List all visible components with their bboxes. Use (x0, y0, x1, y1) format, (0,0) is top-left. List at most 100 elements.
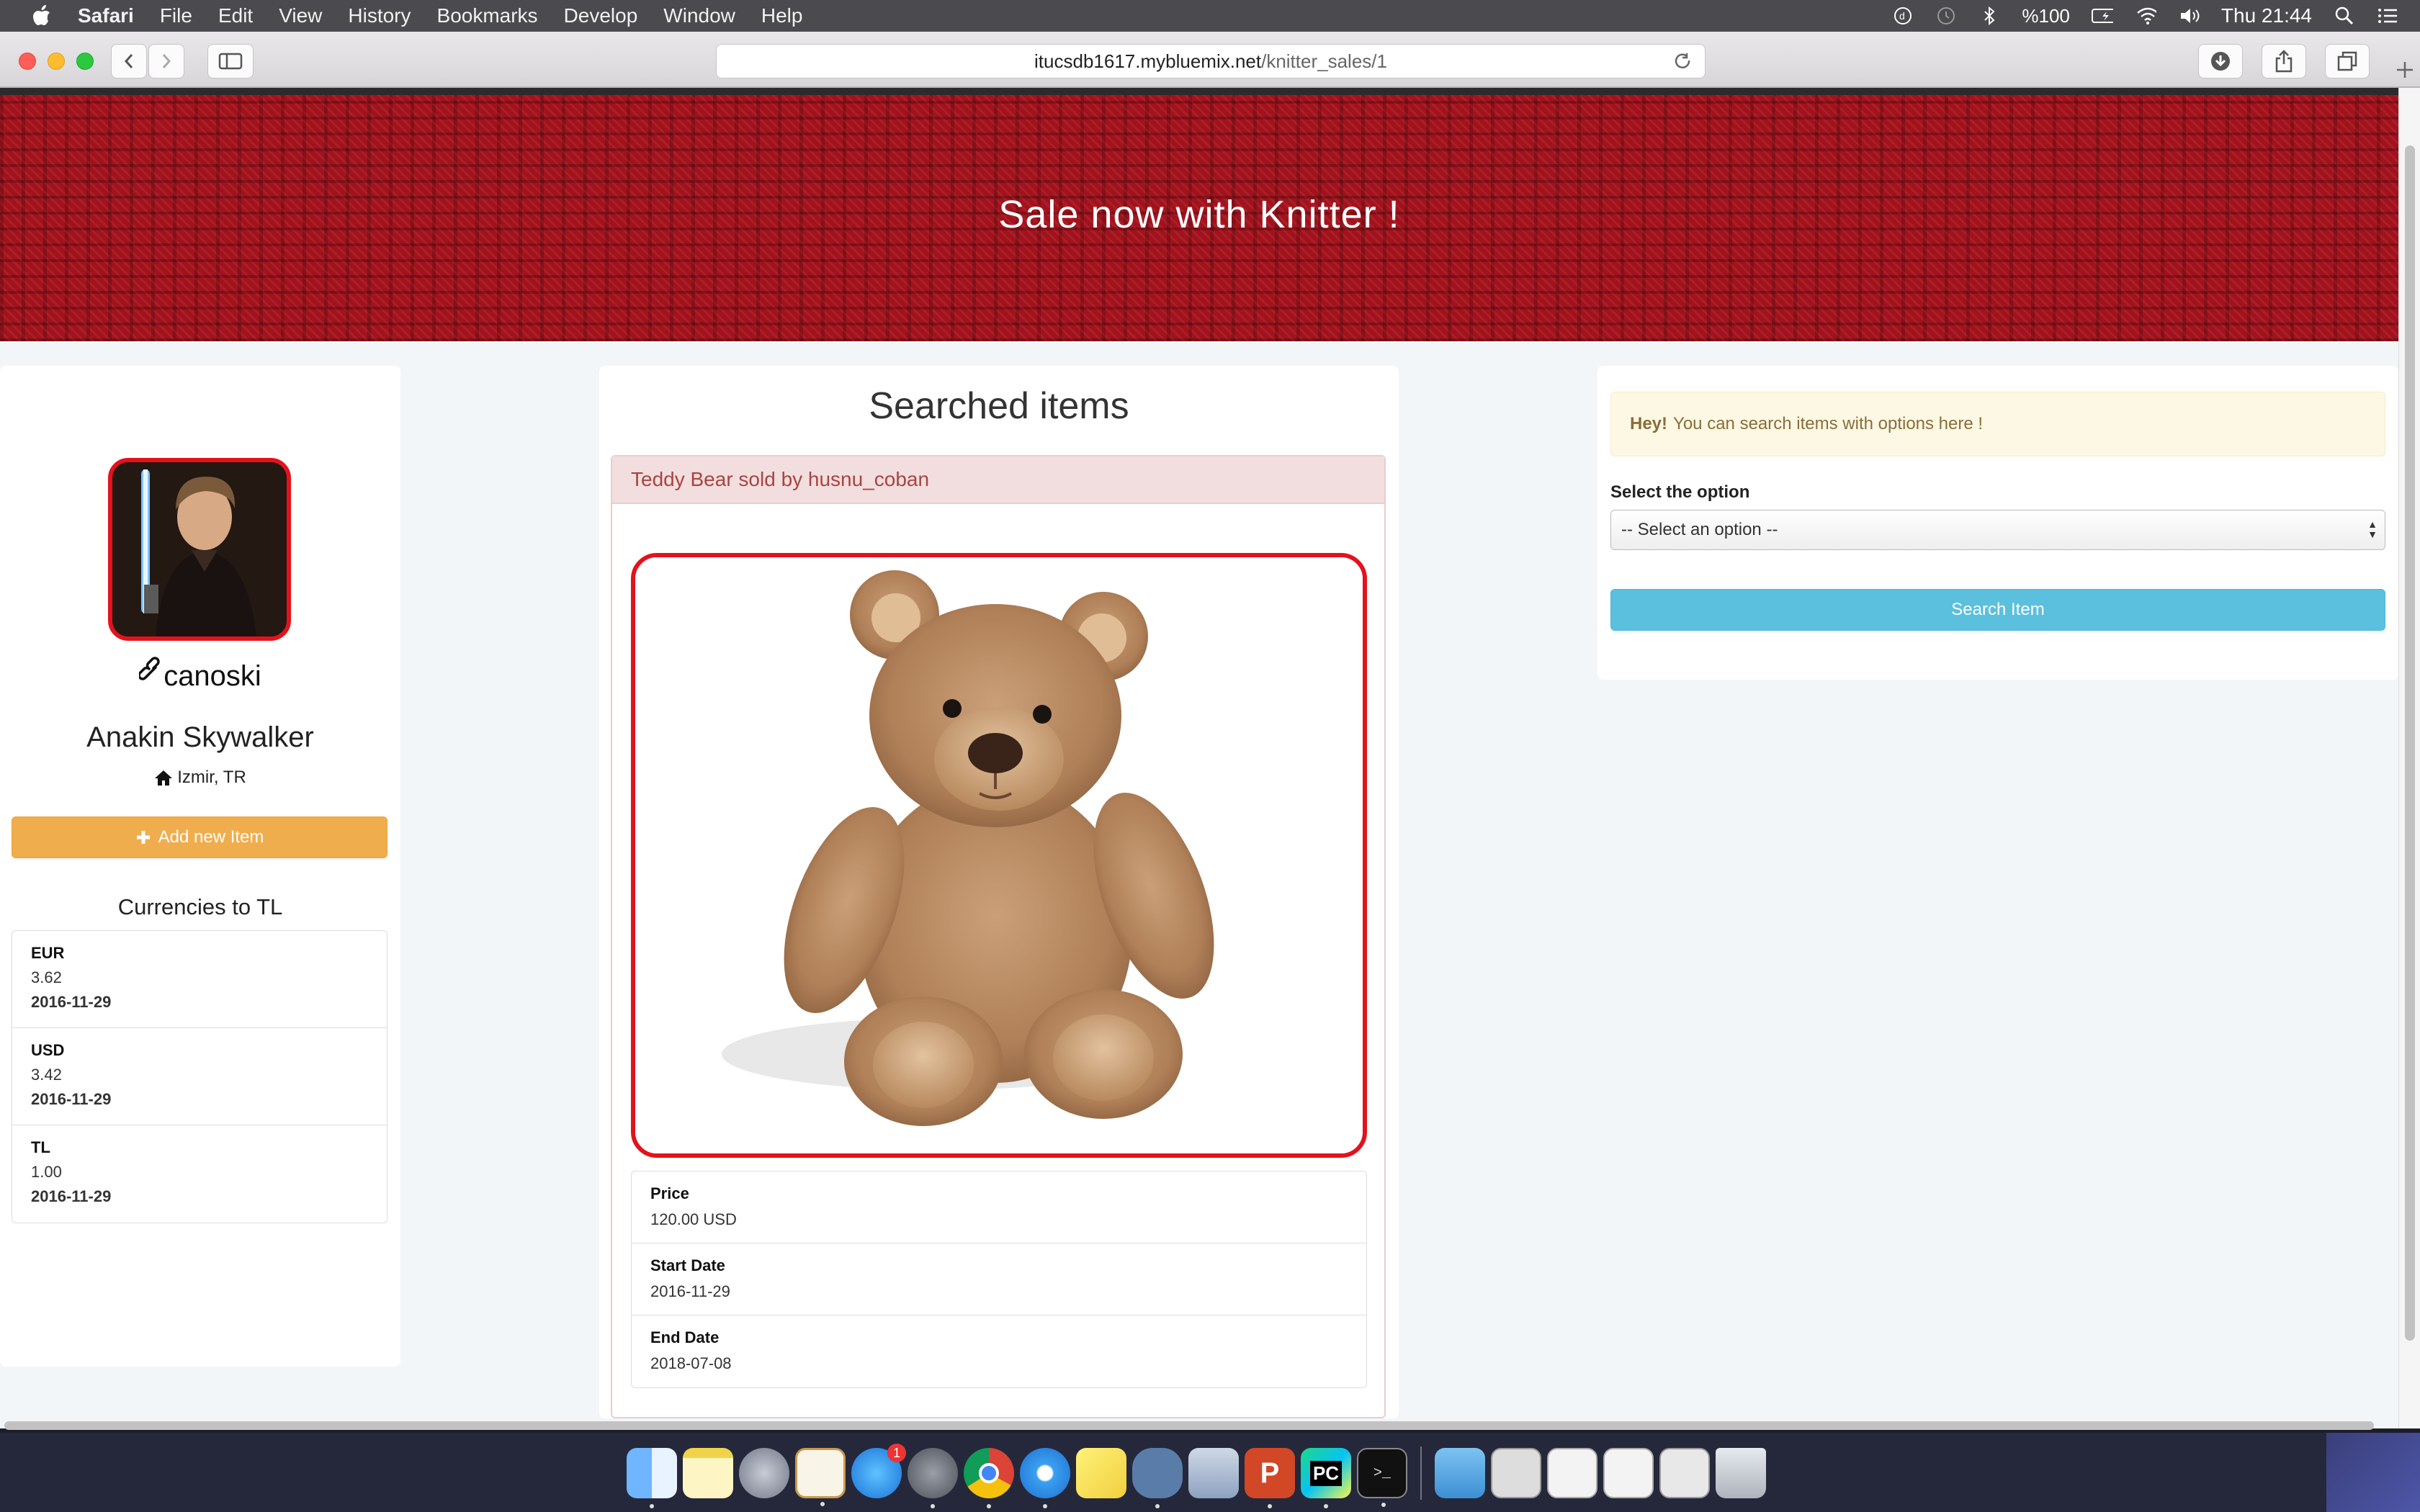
stickies-icon[interactable] (1076, 1448, 1126, 1498)
sidebar-icon (218, 53, 243, 70)
profile-username: canoski (0, 657, 400, 693)
add-item-button[interactable]: Add new Item (12, 816, 387, 858)
currency-row-eur: EUR 3.62 2016-11-29 (12, 931, 387, 1028)
terminal-icon[interactable]: >_ (1357, 1448, 1407, 1507)
menubar-clock[interactable]: Thu 21:44 (2221, 4, 2312, 27)
plus-icon (2397, 62, 2413, 78)
detail-row-start-date: Start Date 2016-11-29 (632, 1243, 1366, 1315)
time-machine-icon[interactable] (1935, 5, 1957, 27)
hero-banner: Sale now with Knitter ! (0, 95, 2398, 341)
reload-icon[interactable] (1673, 52, 1693, 72)
browser-toolbar: itucsdb1617.mybluemix.net/knitter_sales/… (0, 32, 2420, 88)
menu-help[interactable]: Help (761, 4, 803, 27)
detail-value: 120.00 USD (650, 1210, 737, 1228)
item-title[interactable]: Teddy Bear sold by husnu_coban (612, 456, 1384, 504)
apple-icon[interactable] (27, 5, 56, 27)
wifi-icon[interactable] (2135, 5, 2156, 27)
url-path: /knitter_sales/1 (1261, 50, 1387, 72)
window-thumb-3-icon[interactable] (1603, 1448, 1654, 1498)
minimize-window-button[interactable] (48, 53, 65, 70)
downloads-button[interactable] (2198, 44, 2243, 78)
menu-bookmarks[interactable]: Bookmarks (437, 4, 538, 27)
currency-code: EUR (31, 944, 65, 962)
share-button[interactable] (2262, 44, 2306, 78)
textedit-icon[interactable] (795, 1448, 846, 1506)
banner-title: Sale now with Knitter ! (998, 193, 1400, 236)
address-bar[interactable]: itucsdb1617.mybluemix.net/knitter_sales/… (716, 44, 1706, 78)
currency-row-tl: TL 1.00 2016-11-29 (12, 1125, 387, 1223)
chrome-icon[interactable] (964, 1448, 1014, 1508)
desktop-wallpaper (2326, 1433, 2420, 1512)
search-hint-alert: Hey! You can search items with options h… (1610, 392, 2385, 456)
top-strip (0, 88, 2398, 95)
dashlane-icon[interactable]: d (1892, 5, 1914, 27)
finder-icon[interactable] (627, 1448, 677, 1508)
window-thumb-2-icon[interactable] (1547, 1448, 1597, 1498)
alert-strong: Hey! (1630, 414, 1668, 433)
menu-develop[interactable]: Develop (564, 4, 638, 27)
trash-icon[interactable] (1716, 1448, 1766, 1498)
share-icon (2275, 50, 2293, 73)
window-thumb-1-icon[interactable] (1491, 1448, 1541, 1498)
menu-edit[interactable]: Edit (218, 4, 253, 27)
spotlight-icon[interactable] (2334, 5, 2355, 27)
menu-history[interactable]: History (348, 4, 411, 27)
menu-app-name[interactable]: Safari (78, 4, 134, 27)
currency-row-usd: USD 3.42 2016-11-29 (12, 1028, 387, 1125)
currency-value: 3.42 (31, 1066, 62, 1084)
menu-view[interactable]: View (279, 4, 322, 27)
close-window-button[interactable] (19, 53, 36, 70)
vertical-scrollbar[interactable] (2398, 88, 2420, 1428)
forward-button[interactable] (148, 44, 184, 78)
plus-icon (136, 831, 150, 844)
battery-icon[interactable] (2091, 5, 2113, 27)
volume-icon[interactable] (2178, 5, 2200, 27)
results-heading: Searched items (869, 385, 1129, 427)
postgres-icon[interactable] (1132, 1448, 1183, 1508)
home-icon (155, 770, 173, 786)
powerpoint-icon[interactable]: P (1245, 1448, 1295, 1508)
chevron-right-icon (162, 54, 171, 68)
preview-icon[interactable] (1188, 1448, 1239, 1498)
detail-label: End Date (650, 1328, 720, 1346)
item-photo[interactable] (631, 553, 1367, 1158)
avatar (108, 458, 291, 641)
back-button[interactable] (111, 44, 147, 78)
currency-date: 2016-11-29 (31, 993, 112, 1011)
horizontal-scroll-thumb[interactable] (4, 1421, 2374, 1430)
notification-center-icon[interactable] (2377, 5, 2398, 27)
new-tab-button[interactable] (2390, 53, 2420, 86)
link-icon (138, 657, 163, 692)
teddy-bear-image (635, 557, 1363, 1153)
app-store-badge: 1 (887, 1444, 906, 1462)
menu-file[interactable]: File (160, 4, 192, 27)
detail-row-end-date: End Date 2018-07-08 (632, 1315, 1366, 1387)
zoom-window-button[interactable] (76, 53, 94, 70)
bluetooth-icon[interactable] (1978, 5, 2000, 27)
window-thumb-4-icon[interactable] (1659, 1448, 1710, 1498)
vertical-scroll-thumb[interactable] (2405, 145, 2415, 1341)
launchpad-icon[interactable] (739, 1448, 789, 1498)
select-option-label: Select the option (1610, 482, 1750, 502)
username-text: canoski (163, 660, 261, 692)
app-store-icon[interactable]: 1 (851, 1444, 906, 1498)
dock-separator (1420, 1446, 1422, 1500)
notes-icon[interactable] (683, 1448, 733, 1498)
tabs-overview-button[interactable] (2325, 44, 2370, 78)
currency-value: 3.62 (31, 968, 62, 986)
option-select[interactable]: -- Select an option -- ▲ ▼ (1610, 510, 2385, 550)
detail-value: 2018-07-08 (650, 1354, 732, 1372)
safari-icon[interactable] (1020, 1448, 1070, 1508)
location-text: Izmir, TR (177, 768, 246, 787)
horizontal-scrollbar[interactable] (0, 1418, 2398, 1433)
downloads-folder-icon[interactable] (1435, 1448, 1485, 1498)
pycharm-icon[interactable]: PC (1301, 1448, 1351, 1508)
currency-value: 1.00 (31, 1163, 62, 1181)
currency-code: USD (31, 1041, 65, 1059)
menu-window[interactable]: Window (663, 4, 735, 27)
currency-code: TL (31, 1138, 50, 1156)
sidebar-toggle-button[interactable] (207, 44, 254, 78)
system-preferences-icon[interactable] (908, 1448, 958, 1508)
search-item-button[interactable]: Search Item (1610, 589, 2385, 631)
menu-bar: Safari File Edit View History Bookmarks … (0, 0, 2420, 32)
